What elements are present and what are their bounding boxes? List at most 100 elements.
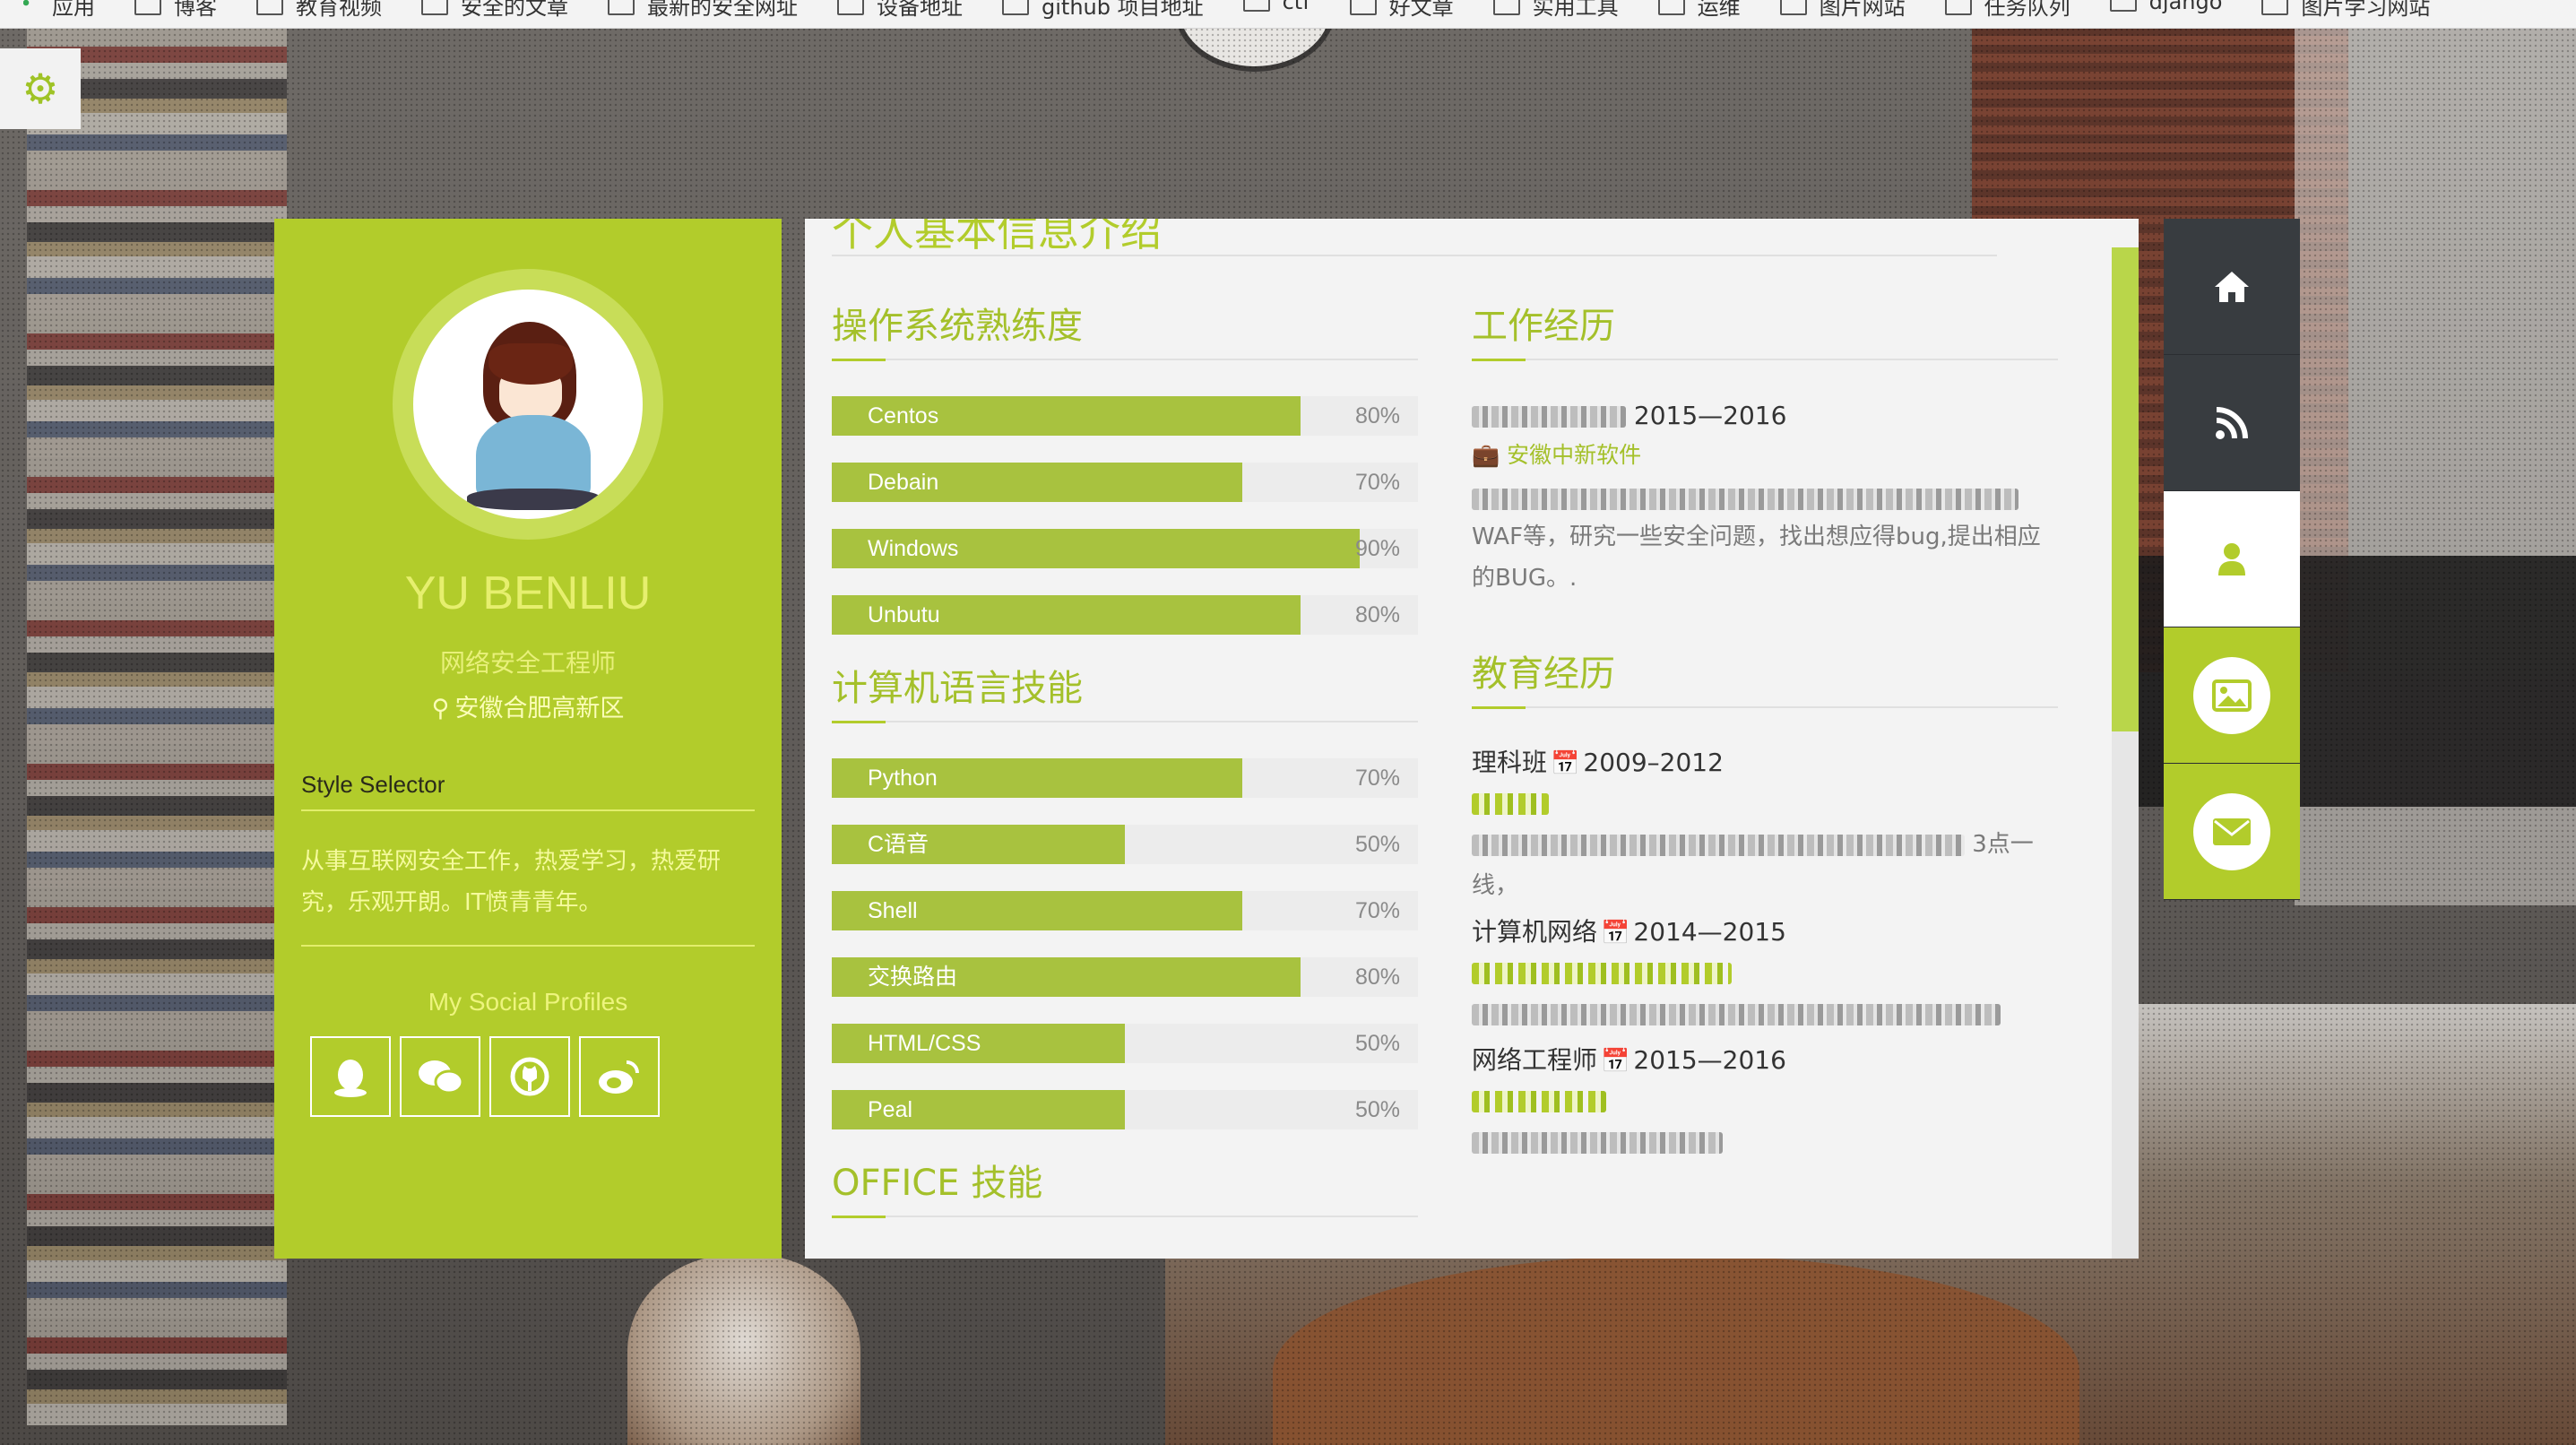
- education-item: 计算机网络 📅 2014—2015: [1472, 917, 1786, 947]
- skill-label: Python: [868, 766, 938, 791]
- folder-icon: [134, 0, 161, 15]
- weibo-link-button[interactable]: [579, 1036, 660, 1117]
- section-divider: [832, 255, 1997, 256]
- folder-icon: [2261, 0, 2289, 15]
- profile-divider: [301, 945, 755, 947]
- briefcase-icon: 💼: [1472, 442, 1500, 468]
- resume-content-panel[interactable]: 个人基本信息介绍 操作系统熟练度 Centos 80% Debain 70% Windo…: [805, 219, 2139, 1259]
- profile-location: ⚲ 安徽合肥高新区: [431, 695, 625, 722]
- job-company: 💼 安徽中新软件: [1472, 442, 1642, 468]
- education-detail: 3点一线，: [1472, 831, 2034, 899]
- folder-icon: [421, 0, 448, 15]
- avatar: [393, 269, 663, 540]
- skill-percent: 50%: [1354, 1031, 1400, 1056]
- profile-name: YU BENLIU: [404, 567, 652, 619]
- bookmark-folder[interactable]: 任务队列: [1944, 0, 2070, 21]
- apps-grid-icon[interactable]: [23, 0, 43, 13]
- map-pin-icon: ⚲: [431, 695, 450, 722]
- github-icon: [510, 1057, 549, 1096]
- os-skill-list: Centos 80% Debain 70% Windows 90% Unbutu 80%: [832, 396, 1418, 635]
- skill-percent: 80%: [1354, 602, 1400, 627]
- skill-label: 交换路由: [868, 965, 958, 990]
- bookmark-folder[interactable]: 设备地址: [837, 0, 963, 21]
- skill-bar: C语音 50%: [832, 825, 1418, 864]
- job-description: WAF等，研究一些安全问题，找出想应得bug,提出相应的BUG。.: [1472, 475, 2058, 599]
- wechat-icon: [419, 1060, 463, 1095]
- section-nav: [2164, 219, 2300, 900]
- skill-percent: 70%: [1354, 470, 1400, 495]
- folder-icon: [1002, 0, 1029, 15]
- skill-bar: Python 70%: [832, 758, 1418, 798]
- profile-sidebar: YU BENLIU 网络安全工程师 ⚲ 安徽合肥高新区 Style Selecto…: [274, 219, 782, 1259]
- skill-label: HTML/CSS: [868, 1031, 981, 1056]
- bookmark-folder[interactable]: 图片网站: [1779, 0, 1906, 21]
- bookmark-folder[interactable]: 实用工具: [1492, 0, 1619, 21]
- skill-label: Debain: [868, 470, 939, 495]
- os-skills-title: 操作系统熟练度: [832, 306, 1083, 347]
- work-experience-title: 工作经历: [1472, 306, 1615, 347]
- bookmark-folder[interactable]: 教育视频: [256, 0, 382, 21]
- bookmark-folder[interactable]: ctf: [1242, 0, 1310, 14]
- skill-percent: 50%: [1354, 832, 1400, 857]
- calendar-icon: 📅: [1551, 750, 1580, 777]
- nav-profile[interactable]: [2164, 491, 2300, 627]
- folder-icon: [837, 0, 864, 15]
- bookmark-folder[interactable]: 安全的文章: [421, 0, 568, 21]
- job-heading: 2015—2016: [1472, 396, 2058, 436]
- nav-gallery[interactable]: [2164, 627, 2300, 764]
- skill-bar: Peal 50%: [832, 1090, 1418, 1129]
- calendar-icon: 📅: [1601, 1048, 1630, 1075]
- gear-icon: ⚙: [22, 65, 59, 113]
- bookmarks-bar: 应用 博客 教育视频 安全的文章 最新的安全网址 设备地址 github 项目地…: [0, 0, 2576, 29]
- bookmark-folder[interactable]: 图片学习网站: [2261, 0, 2430, 21]
- education-item: 理科班 📅 2009–2012: [1472, 748, 1724, 777]
- skill-label: C语音: [868, 832, 929, 857]
- section-rule: [832, 359, 1418, 361]
- education-title: 教育经历: [1472, 653, 1615, 695]
- nav-rss[interactable]: [2164, 355, 2300, 491]
- skill-bar: 交换路由 80%: [832, 957, 1418, 997]
- skill-label: Centos: [868, 403, 939, 428]
- skill-bar: Debain 70%: [832, 463, 1418, 502]
- redacted-text: [1472, 834, 1965, 856]
- rss-icon: [2216, 406, 2248, 439]
- bookmark-folder[interactable]: github 项目地址: [1002, 0, 1204, 21]
- folder-icon: [1242, 0, 1270, 12]
- skill-label: Unbutu: [868, 602, 940, 627]
- bookmark-folder[interactable]: django: [2109, 0, 2222, 14]
- github-link-button[interactable]: [489, 1036, 570, 1117]
- redacted-text: [1472, 792, 1549, 815]
- bookmark-folder[interactable]: 运维: [1657, 0, 1741, 21]
- skill-percent: 70%: [1354, 898, 1400, 923]
- section-rule: [832, 1216, 1418, 1218]
- folder-icon: [2109, 0, 2137, 12]
- scrollbar-thumb[interactable]: [2112, 247, 2139, 731]
- redacted-text: [1472, 962, 1732, 984]
- user-icon: [2218, 542, 2245, 575]
- folder-icon: [1349, 0, 1377, 15]
- language-skill-list: Python 70% C语音 50% Shell 70% 交换路由 80% HTML/CSS 50…: [832, 758, 1418, 1129]
- wechat-link-button[interactable]: [400, 1036, 480, 1117]
- social-profiles-heading: My Social Profiles: [428, 988, 628, 1016]
- folder-icon: [1944, 0, 1972, 15]
- redacted-text: [1472, 1003, 2001, 1025]
- style-settings-button[interactable]: ⚙: [0, 48, 81, 129]
- skill-percent: 80%: [1354, 403, 1400, 428]
- skill-bar: Centos 80%: [832, 396, 1418, 436]
- qq-link-button[interactable]: [310, 1036, 391, 1117]
- bookmark-apps[interactable]: 应用: [52, 0, 95, 21]
- redacted-text: [1472, 488, 2018, 510]
- bookmark-folder[interactable]: 好文章: [1349, 0, 1454, 21]
- nav-home[interactable]: [2164, 219, 2300, 355]
- nav-contact[interactable]: [2164, 764, 2300, 900]
- bookmark-folder[interactable]: 博客: [134, 0, 217, 21]
- skill-percent: 80%: [1354, 965, 1400, 990]
- bookmark-folder[interactable]: 最新的安全网址: [608, 0, 798, 21]
- gallery-circle: [2193, 656, 2270, 734]
- folder-icon: [608, 0, 635, 15]
- skill-bar: Windows 90%: [832, 529, 1418, 568]
- contact-circle: [2193, 792, 2270, 870]
- skill-label: Peal: [868, 1097, 913, 1122]
- skills-column: 操作系统熟练度 Centos 80% Debain 70% Windows 90% Unbu…: [832, 299, 1418, 1253]
- section-heading-partial: 个人基本信息介绍: [832, 219, 1162, 255]
